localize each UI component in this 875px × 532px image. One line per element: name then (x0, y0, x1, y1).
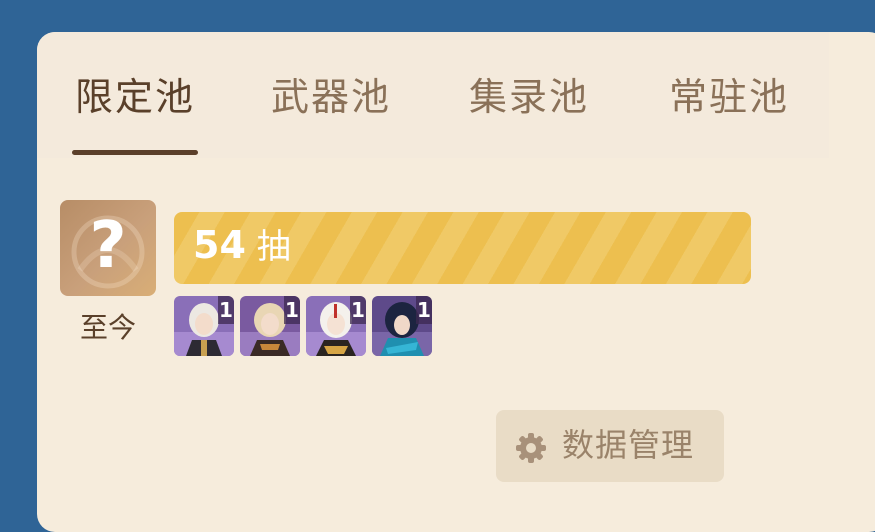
character-4-count: 1 (416, 296, 432, 324)
tab-limited-pool[interactable]: 限定池 (75, 72, 195, 122)
gacha-history-panel: 限定池 武器池 集录池 常驻池 ? 至今 54 抽 1 1 1 1 数据管理 (37, 32, 875, 532)
character-portrait-4[interactable]: 1 (372, 296, 432, 356)
pool-tab-bar: 限定池 武器池 集录池 常驻池 (37, 32, 829, 158)
active-tab-indicator (72, 150, 198, 155)
question-mark-icon: ? (89, 209, 127, 283)
since-label: 至今 (79, 311, 136, 344)
character-portrait-2[interactable]: 1 (240, 296, 300, 356)
tab-chronicled-pool[interactable]: 集录池 (469, 72, 589, 122)
unknown-pool-avatar: ? (60, 200, 156, 296)
tab-standard-pool[interactable]: 常驻池 (669, 72, 789, 122)
pull-count-unit: 抽 (256, 227, 291, 267)
pull-count-label: 54 抽 (193, 212, 291, 280)
character-1-count: 1 (218, 296, 234, 324)
character-portrait-1[interactable]: 1 (174, 296, 234, 356)
character-2-count: 1 (284, 296, 300, 324)
character-portrait-3[interactable]: 1 (306, 296, 366, 356)
data-management-label: 数据管理 (562, 426, 695, 464)
pull-count-bar: 54 抽 (174, 212, 751, 284)
data-management-button[interactable]: 数据管理 (496, 410, 724, 482)
gear-icon (516, 433, 546, 463)
character-3-count: 1 (350, 296, 366, 324)
tab-weapon-pool[interactable]: 武器池 (271, 72, 391, 122)
pull-count-number: 54 (193, 223, 246, 267)
